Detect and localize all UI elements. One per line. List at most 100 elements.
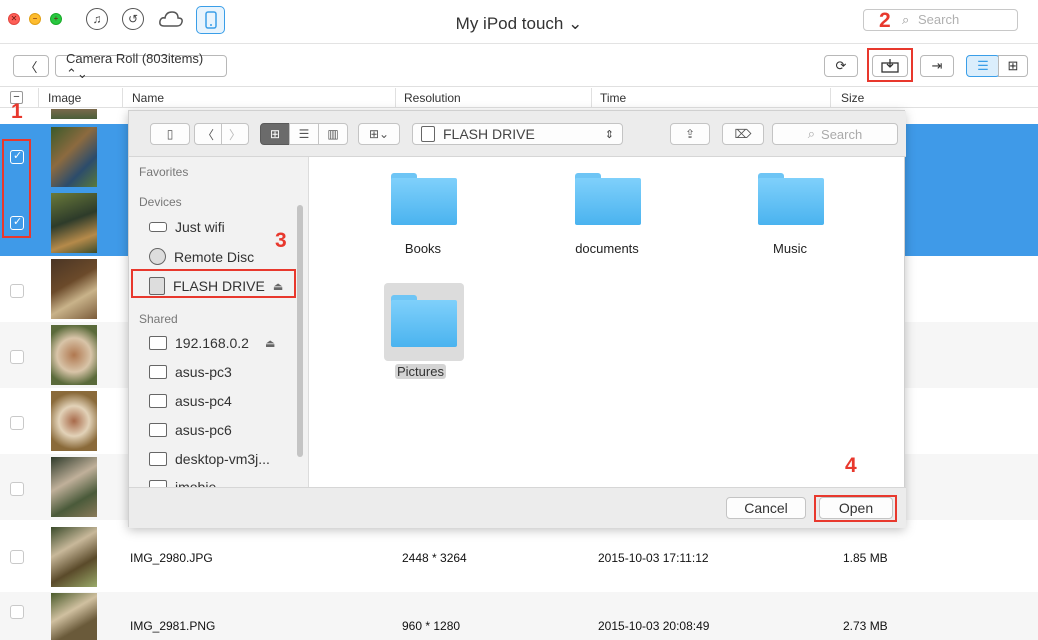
list-icon: ☰ bbox=[977, 58, 989, 73]
grid-view-button[interactable]: ⊞ bbox=[998, 55, 1028, 77]
computer-icon bbox=[149, 365, 167, 379]
sidebar-item-label: asus-pc6 bbox=[175, 422, 232, 438]
chevron-left-icon: 〈 bbox=[24, 59, 38, 75]
photo-thumbnail bbox=[51, 391, 97, 451]
computer-icon bbox=[149, 480, 167, 487]
toggle-sidebar-button[interactable]: ▯ bbox=[150, 123, 190, 145]
search-icon: ⌕ bbox=[807, 126, 816, 141]
column-divider bbox=[830, 88, 831, 108]
sidebar-item-shared[interactable]: asus-pc3 bbox=[149, 364, 232, 380]
file-name: IMG_2980.JPG bbox=[130, 551, 213, 565]
folder-icon bbox=[391, 295, 457, 347]
table-row[interactable]: IMG_2981.PNG 960 * 1280 2015-10-03 20:08… bbox=[0, 592, 1038, 640]
column-name[interactable]: Name bbox=[132, 91, 164, 105]
dialog-search-input[interactable]: ⌕ Search bbox=[772, 123, 898, 145]
list-view-button[interactable]: ☰ bbox=[289, 123, 319, 145]
chevron-left-icon: 〈 bbox=[201, 127, 214, 142]
share-icon: ⇪ bbox=[684, 127, 696, 141]
arrange-icon: ⊞⌄ bbox=[368, 127, 390, 141]
forward-button[interactable]: 〉 bbox=[221, 123, 249, 145]
open-file-dialog: ▯ 〈 〉 ⊞ ☰ ▥ ⊞⌄ FLASH DRIVE ⇕ ⇪ ⌦ ⌕ Searc… bbox=[128, 110, 906, 528]
refresh-icon: ⟳ bbox=[835, 58, 847, 73]
sidebar-item-remote-disc[interactable]: Remote Disc bbox=[149, 248, 254, 265]
column-image[interactable]: Image bbox=[48, 91, 81, 105]
column-divider bbox=[38, 88, 39, 108]
file-size: 1.85 MB bbox=[843, 551, 888, 565]
annotation-box-checkboxes bbox=[2, 139, 31, 238]
back-button[interactable]: 〈 bbox=[194, 123, 222, 145]
dialog-toolbar: ▯ 〈 〉 ⊞ ☰ ▥ ⊞⌄ FLASH DRIVE ⇕ ⇪ ⌦ ⌕ Searc… bbox=[129, 111, 906, 157]
location-select[interactable]: FLASH DRIVE ⇕ bbox=[412, 123, 623, 145]
column-divider bbox=[122, 88, 123, 108]
sidebar-scrollbar[interactable] bbox=[297, 205, 303, 457]
annotation-box-flash-drive bbox=[131, 269, 296, 298]
computer-icon bbox=[149, 423, 167, 437]
sidebar-item-label: imobie bbox=[175, 479, 217, 487]
column-time[interactable]: Time bbox=[600, 91, 626, 105]
sidebar-item-shared[interactable]: imobie bbox=[149, 479, 216, 487]
tags-button[interactable]: ⌦ bbox=[722, 123, 764, 145]
photo-thumbnail bbox=[51, 325, 97, 385]
photo-thumbnail bbox=[51, 109, 97, 119]
file-name: IMG_2981.PNG bbox=[130, 619, 216, 633]
row-checkbox[interactable] bbox=[10, 605, 24, 619]
table-header: − Image Name Resolution Time Size bbox=[0, 86, 1038, 108]
computer-icon bbox=[149, 452, 167, 466]
annotation-3: 3 bbox=[275, 229, 287, 252]
folder-label: Music bbox=[773, 241, 807, 256]
arrange-button[interactable]: ⊞⌄ bbox=[358, 123, 400, 145]
back-button[interactable]: 〈 bbox=[13, 55, 49, 77]
columns-icon: ▥ bbox=[327, 127, 339, 141]
dialog-sidebar: Favorites Devices Just wifi Remote Disc … bbox=[129, 157, 309, 487]
sidebar-item-shared[interactable]: 192.168.0.2 ⏏ bbox=[149, 335, 275, 351]
share-button[interactable]: ⇪ bbox=[670, 123, 710, 145]
shared-heading: Shared bbox=[139, 312, 178, 326]
album-select[interactable]: Camera Roll (803items) ⌃⌄ bbox=[55, 51, 227, 81]
annotation-box-open bbox=[814, 495, 897, 522]
icon-view-button[interactable]: ⊞ bbox=[260, 123, 290, 145]
grid-icon: ⊞ bbox=[269, 127, 281, 141]
photo-thumbnail bbox=[51, 527, 97, 587]
favorites-heading: Favorites bbox=[139, 165, 189, 179]
sidebar-item-shared[interactable]: asus-pc4 bbox=[149, 393, 232, 409]
table-row[interactable]: IMG_2980.JPG 2448 * 3264 2015-10-03 17:1… bbox=[0, 526, 1038, 592]
dialog-footer: Cancel Open bbox=[129, 487, 906, 528]
file-time: 2015-10-03 17:11:12 bbox=[598, 551, 709, 565]
file-time: 2015-10-03 20:08:49 bbox=[598, 619, 710, 633]
row-checkbox[interactable] bbox=[10, 482, 24, 496]
refresh-button[interactable]: ⟳ bbox=[824, 55, 858, 77]
stepper-icon: ⇕ bbox=[604, 128, 614, 141]
photo-thumbnail bbox=[51, 593, 97, 640]
send-to-device-button[interactable]: ⇥ bbox=[920, 55, 954, 77]
computer-icon bbox=[149, 336, 167, 350]
folder-icon bbox=[391, 173, 457, 225]
row-checkbox[interactable] bbox=[10, 416, 24, 430]
file-resolution: 960 * 1280 bbox=[402, 619, 461, 633]
folder-item-pictures-selected[interactable] bbox=[384, 283, 464, 361]
column-size[interactable]: Size bbox=[841, 91, 864, 105]
row-checkbox[interactable] bbox=[10, 550, 24, 564]
sidebar-item-label: 192.168.0.2 bbox=[175, 335, 249, 351]
cancel-button[interactable]: Cancel bbox=[726, 497, 806, 519]
sidebar-item-label: asus-pc3 bbox=[175, 364, 232, 380]
row-checkbox[interactable] bbox=[10, 284, 24, 298]
sidebar-item-shared[interactable]: desktop-vm3j... bbox=[149, 451, 270, 467]
sidebar-item-just-wifi[interactable]: Just wifi bbox=[149, 219, 225, 235]
photo-thumbnail bbox=[51, 457, 97, 517]
annotation-2: 2 bbox=[879, 9, 891, 32]
photo-thumbnail bbox=[51, 193, 97, 253]
file-size: 2.73 MB bbox=[843, 619, 888, 633]
search-icon: ⌕ bbox=[902, 12, 910, 27]
eject-icon[interactable]: ⏏ bbox=[265, 337, 275, 350]
sidebar-item-shared[interactable]: asus-pc6 bbox=[149, 422, 232, 438]
list-view-button[interactable]: ☰ bbox=[966, 55, 1000, 77]
column-view-button[interactable]: ▥ bbox=[318, 123, 348, 145]
file-resolution: 2448 * 3264 bbox=[402, 551, 467, 565]
row-checkbox[interactable] bbox=[10, 350, 24, 364]
sidebar-item-label: asus-pc4 bbox=[175, 393, 232, 409]
sidebar-icon: ▯ bbox=[166, 127, 174, 141]
chevron-right-icon: 〉 bbox=[228, 127, 241, 142]
column-divider bbox=[591, 88, 592, 108]
column-resolution[interactable]: Resolution bbox=[404, 91, 461, 105]
annotation-4: 4 bbox=[845, 454, 857, 477]
